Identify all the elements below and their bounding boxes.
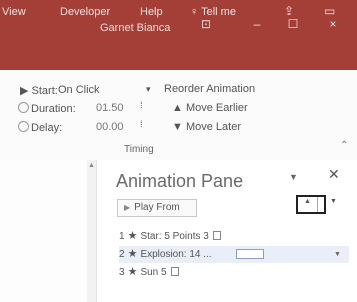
- triangle-down-icon: ▼: [172, 121, 183, 133]
- timing-group-label: Timing: [124, 144, 154, 155]
- pane-options-icon[interactable]: ▼: [289, 172, 298, 182]
- maximize-button[interactable]: ☐: [282, 16, 304, 32]
- duration-label: Duration:: [18, 102, 76, 115]
- reorder-divider: [317, 197, 318, 212]
- move-later-button[interactable]: ▼ Move Later: [172, 121, 241, 133]
- start-dropdown[interactable]: On Click: [58, 84, 100, 96]
- move-up-icon[interactable]: ▲: [304, 198, 311, 205]
- trigger-box-icon: [212, 231, 221, 240]
- duration-input[interactable]: 01.50: [96, 102, 124, 114]
- item-name: Explosion: 14 ...: [140, 249, 212, 260]
- item-name: Sun 5: [140, 267, 167, 278]
- play-icon: ▶: [124, 203, 131, 212]
- animation-list-item[interactable]: 1 ★ Star: 5 Points 3: [119, 228, 349, 245]
- star-icon: ★: [127, 230, 138, 242]
- minimize-button[interactable]: ‒: [246, 16, 268, 32]
- delay-label: Delay:: [18, 121, 62, 134]
- animation-list-item[interactable]: 3 ★ Sun 5: [119, 264, 349, 281]
- close-window-button[interactable]: ×: [322, 16, 344, 32]
- delay-input[interactable]: 00.00: [96, 121, 124, 133]
- duration-spinner[interactable]: ⁞: [140, 100, 143, 110]
- slide-panel-scrollbar[interactable]: [87, 160, 97, 302]
- item-dropdown-icon[interactable]: ▼: [334, 246, 341, 263]
- profile-card-icon[interactable]: ⊡: [195, 16, 217, 32]
- tab-developer[interactable]: Developer: [60, 6, 110, 18]
- tell-me-search[interactable]: ♀ Tell me: [190, 6, 236, 18]
- move-down-icon[interactable]: ▼: [330, 198, 337, 205]
- delay-clock-icon: [18, 121, 29, 132]
- tab-help[interactable]: Help: [140, 6, 163, 18]
- clock-icon: [18, 102, 29, 113]
- reorder-buttons-group: [296, 195, 326, 214]
- star-icon: ★: [127, 248, 138, 260]
- comments-icon[interactable]: ▭: [324, 4, 335, 18]
- item-number: 1: [119, 231, 125, 242]
- collapse-ribbon-icon[interactable]: ⌃: [340, 140, 348, 151]
- delay-spinner[interactable]: ⁞: [140, 119, 143, 129]
- item-number: 3: [119, 267, 125, 278]
- reorder-animation-label: Reorder Animation: [164, 83, 256, 95]
- trigger-box-icon: [170, 267, 179, 276]
- item-number: 2: [119, 249, 125, 260]
- timing-bar[interactable]: [236, 249, 264, 259]
- play-from-button[interactable]: ▶ Play From: [117, 199, 197, 217]
- item-name: Star: 5 Points 3: [140, 231, 209, 242]
- share-icon[interactable]: ⇪: [284, 4, 294, 18]
- triangle-up-icon: ▲: [172, 102, 183, 114]
- star-icon: ★: [127, 266, 138, 278]
- ribbon-tabs: [0, 44, 357, 70]
- account-name[interactable]: Garnet Bianca: [100, 22, 170, 34]
- animation-list-item[interactable]: 2 ★ Explosion: 14 ... ▼: [119, 246, 349, 263]
- move-earlier-button[interactable]: ▲ Move Earlier: [172, 102, 248, 114]
- close-pane-button[interactable]: ✕: [328, 166, 340, 183]
- start-icon: ▶: [20, 85, 29, 97]
- lightbulb-icon: ♀: [190, 6, 199, 18]
- tab-view[interactable]: View: [2, 6, 26, 18]
- pane-title: Animation Pane: [116, 171, 244, 191]
- start-label: ▶ Start:: [20, 85, 58, 97]
- chevron-down-icon[interactable]: ▾: [146, 84, 151, 95]
- scroll-up-icon[interactable]: ▲: [88, 162, 95, 169]
- tell-me-label: Tell me: [201, 6, 236, 18]
